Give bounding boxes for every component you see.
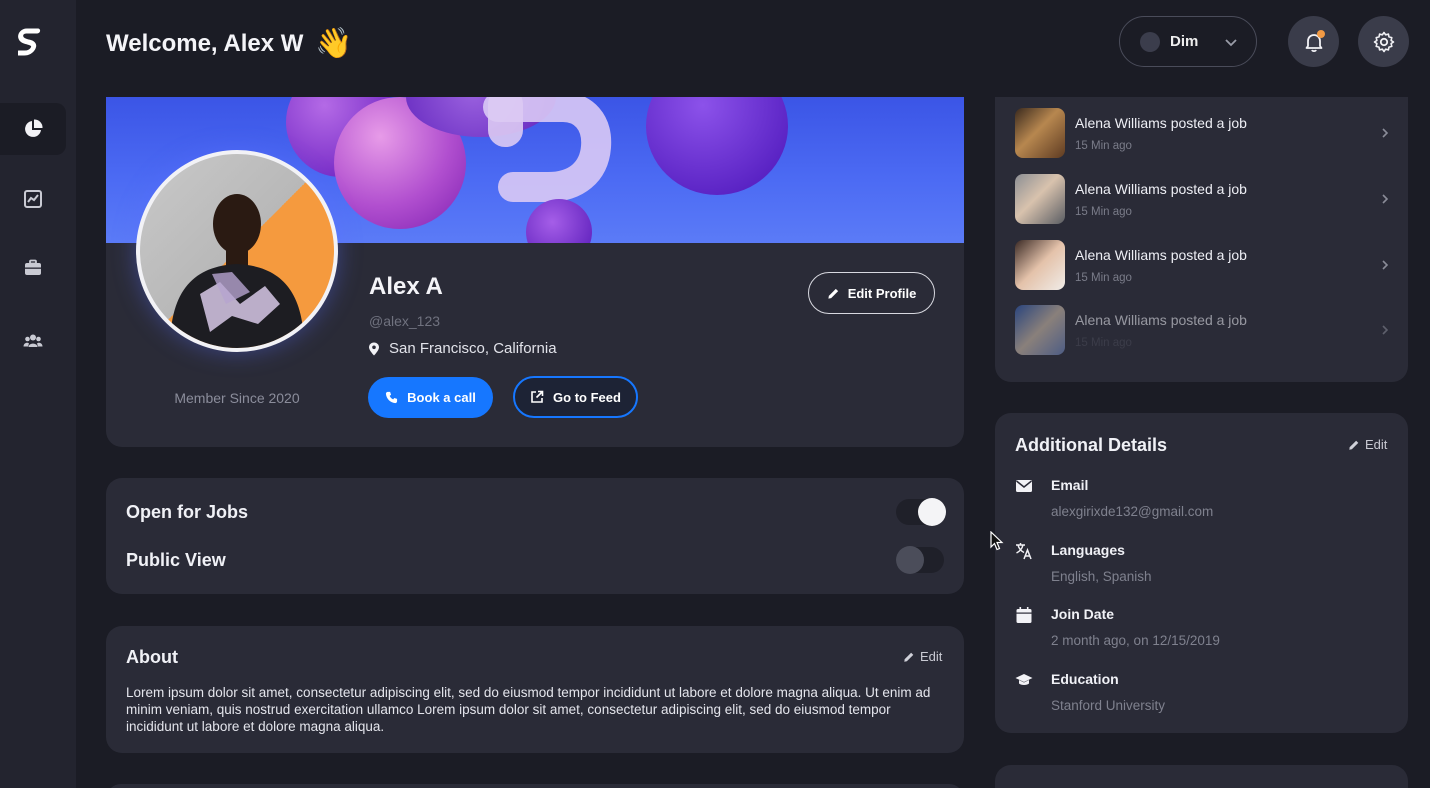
sidebar-item-dashboard[interactable] — [0, 103, 66, 155]
mail-icon — [1016, 480, 1032, 492]
profile-location: San Francisco, California — [368, 340, 557, 357]
activity-title: Alena Williams posted a job — [1075, 312, 1247, 328]
people-icon — [23, 334, 43, 347]
pencil-icon — [828, 288, 838, 299]
activity-time: 15 Min ago — [1075, 140, 1132, 152]
graduation-cap-icon — [1015, 674, 1033, 685]
detail-label: Join Date — [1051, 606, 1115, 622]
open-for-jobs-toggle[interactable] — [896, 498, 946, 526]
activity-title: Alena Williams posted a job — [1075, 115, 1247, 131]
chevron-right-icon — [1382, 325, 1389, 335]
app-logo[interactable] — [16, 27, 46, 57]
go-to-feed-label: Go to Feed — [553, 389, 621, 405]
location-pin-icon — [369, 342, 379, 355]
toggle-knob — [896, 546, 924, 574]
profile-avatar[interactable] — [136, 150, 338, 352]
activity-title: Alena Williams posted a job — [1075, 181, 1247, 197]
about-card: About Edit Lorem ipsum dolor sit amet, c… — [106, 626, 964, 753]
activity-item[interactable]: Alena Williams posted a job 15 Min ago — [1015, 240, 1395, 296]
location-text: San Francisco, California — [389, 340, 557, 357]
welcome-heading: Welcome, Alex W 👋 — [106, 26, 353, 61]
activity-avatar — [1015, 108, 1065, 158]
calendar-icon — [1016, 607, 1032, 623]
activity-time: 15 Min ago — [1075, 337, 1132, 349]
notification-badge — [1317, 30, 1325, 38]
activity-feed: Alena Williams posted a job 15 Min ago A… — [995, 97, 1408, 382]
book-call-label: Book a call — [407, 390, 476, 405]
details-edit-button[interactable]: Edit — [1348, 437, 1387, 452]
edit-profile-label: Edit Profile — [847, 285, 917, 301]
detail-label: Languages — [1051, 542, 1125, 558]
chevron-right-icon — [1382, 260, 1389, 270]
activity-avatar — [1015, 305, 1065, 355]
theme-swatch — [1140, 31, 1160, 52]
activity-avatar — [1015, 174, 1065, 224]
phone-icon — [386, 391, 398, 404]
activity-title: Alena Williams posted a job — [1075, 247, 1247, 263]
edit-profile-button[interactable]: Edit Profile — [808, 272, 935, 314]
briefcase-icon — [25, 259, 41, 275]
logo-icon — [18, 28, 41, 56]
public-view-toggle[interactable] — [896, 546, 944, 574]
additional-details-title: Additional Details — [1015, 435, 1168, 455]
next-right-card — [995, 765, 1408, 788]
activity-avatar — [1015, 240, 1065, 290]
about-text: Lorem ipsum dolor sit amet, consectetur … — [126, 685, 931, 734]
go-to-feed-button[interactable]: Go to Feed — [513, 376, 638, 418]
member-since: Member Since 2020 — [174, 390, 300, 406]
sidebar-item-jobs[interactable] — [0, 242, 66, 294]
detail-label: Education — [1051, 671, 1119, 687]
open-for-jobs-label: Open for Jobs — [126, 502, 249, 522]
gear-icon — [1373, 31, 1394, 52]
activity-time: 15 Min ago — [1075, 272, 1132, 284]
translate-icon — [1016, 543, 1032, 560]
sidebar-item-community[interactable] — [0, 315, 66, 367]
about-title: About — [126, 647, 178, 667]
detail-value: 2 month ago, on 12/15/2019 — [1051, 633, 1220, 648]
details-edit-label: Edit — [1365, 437, 1388, 452]
line-chart-icon — [24, 190, 42, 208]
detail-value: alexgirixde132@gmail.com — [1051, 504, 1214, 519]
activity-item[interactable]: Alena Williams posted a job 15 Min ago — [1015, 305, 1395, 361]
detail-value: Stanford University — [1051, 698, 1166, 713]
additional-details-card: Additional Details Edit Email alexgirixd… — [995, 413, 1408, 733]
theme-label: Dim — [1170, 33, 1199, 50]
profile-card: Member Since 2020 Alex A @alex_123 San F… — [106, 97, 964, 447]
about-edit-label: Edit — [920, 649, 943, 664]
chevron-right-icon — [1382, 128, 1389, 138]
public-view-label: Public View — [126, 550, 226, 570]
banner-sphere — [646, 97, 788, 195]
sidebar — [0, 0, 76, 788]
visibility-settings-card: Open for Jobs Public View — [106, 478, 964, 594]
welcome-text: Welcome, Alex W — [106, 29, 304, 57]
chevron-right-icon — [1382, 194, 1389, 204]
profile-name: Alex A — [369, 273, 443, 300]
chevron-down-icon — [1225, 39, 1237, 47]
external-link-icon — [531, 390, 544, 403]
pie-chart-icon — [25, 119, 43, 137]
activity-time: 15 Min ago — [1075, 206, 1132, 218]
settings-button[interactable] — [1358, 16, 1409, 67]
wave-emoji: 👋 — [315, 27, 353, 60]
person-silhouette — [170, 194, 304, 348]
activity-item[interactable]: Alena Williams posted a job 15 Min ago — [1015, 108, 1395, 164]
pencil-icon — [904, 652, 914, 662]
toggle-knob — [918, 498, 946, 526]
pencil-icon — [1349, 440, 1359, 450]
detail-value: English, Spanish — [1051, 569, 1152, 584]
activity-item[interactable]: Alena Williams posted a job 15 Min ago — [1015, 174, 1395, 230]
avatar-photo — [140, 154, 334, 348]
profile-handle: @alex_123 — [369, 313, 441, 329]
about-edit-button[interactable]: Edit — [903, 649, 942, 664]
sidebar-item-analytics[interactable] — [0, 173, 66, 225]
theme-select[interactable]: Dim — [1119, 16, 1257, 67]
detail-label: Email — [1051, 477, 1089, 493]
mouse-cursor-icon — [990, 531, 1004, 551]
notifications-button[interactable] — [1288, 16, 1339, 67]
book-call-button[interactable]: Book a call — [368, 377, 493, 418]
next-section-card — [106, 784, 964, 788]
